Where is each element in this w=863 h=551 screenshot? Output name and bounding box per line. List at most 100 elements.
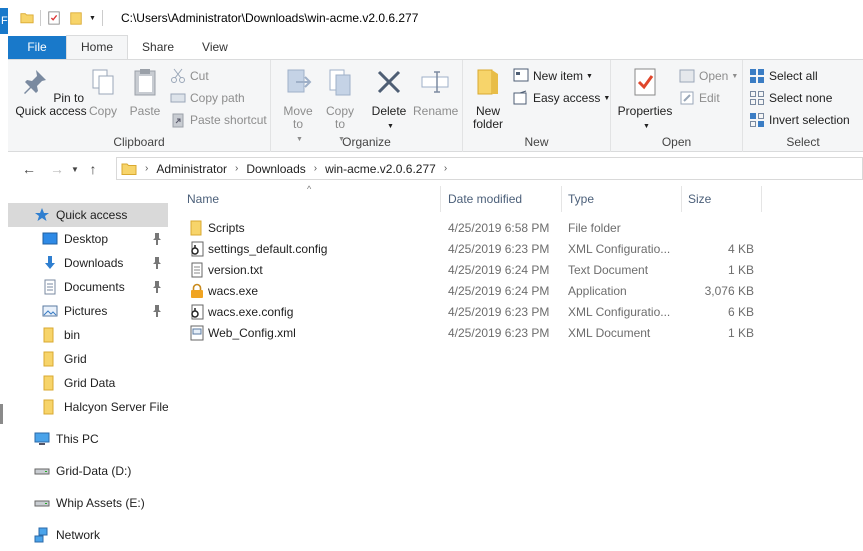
paste-button[interactable]: Paste [126, 64, 164, 118]
up-arrow-icon[interactable]: ↑ [82, 161, 104, 177]
breadcrumb-chevron-icon[interactable]: › [314, 163, 317, 174]
nav-drive-e[interactable]: Whip Assets (E:) [8, 491, 168, 515]
nav-quick-access[interactable]: Quick access [8, 203, 168, 227]
nav-label: Pictures [64, 304, 108, 318]
new-item-button[interactable]: New item ▼ [513, 66, 593, 86]
easy-access-button[interactable]: Easy access ▼ [513, 88, 610, 108]
nav-label: Grid [64, 352, 87, 366]
properties-button[interactable]: Properties ▼ [615, 64, 675, 133]
file-size: 4 KB [727, 242, 754, 256]
nav-desktop[interactable]: Desktop [8, 227, 168, 251]
breadcrumb-downloads[interactable]: Downloads [246, 162, 305, 176]
new-folder-button[interactable]: New folder [467, 64, 509, 131]
file-size: 6 KB [727, 305, 754, 319]
nav-pictures[interactable]: Pictures [8, 299, 168, 323]
cut-label: Cut [190, 69, 209, 83]
nav-documents[interactable]: Documents [8, 275, 168, 299]
file-type: Application [568, 284, 627, 298]
new-item-icon [513, 68, 529, 82]
file-type: XML Configuratio... [568, 242, 671, 256]
cut-button[interactable]: Cut [170, 66, 209, 86]
file-row-wacs-exe[interactable]: wacs.exe 4/25/2019 6:24 PM Application 3… [170, 281, 863, 302]
nav-label: Documents [64, 280, 125, 294]
properties-check-icon[interactable] [47, 11, 61, 25]
edit-button[interactable]: Edit [679, 88, 720, 108]
file-type: XML Document [568, 326, 651, 340]
clipboard-paste-icon [134, 69, 156, 96]
folder-icon [43, 327, 54, 343]
copy-to-button[interactable]: Copy to ▼ [321, 64, 359, 146]
easy-access-caret: ▼ [603, 94, 611, 102]
nav-this-pc[interactable]: This PC [8, 427, 168, 451]
invert-selection-button[interactable]: Invert selection [749, 110, 850, 130]
nav-folder-halcyon[interactable]: Halcyon Server Files [8, 395, 168, 419]
lock-icon [191, 283, 203, 298]
select-all-button[interactable]: Select all [749, 66, 818, 86]
new-folder-icon [477, 69, 498, 95]
tab-home[interactable]: Home [66, 35, 129, 59]
copy-to-label: Copy to [325, 104, 354, 131]
tab-file[interactable]: File [8, 36, 66, 59]
delete-button[interactable]: Delete ▼ [367, 64, 411, 133]
copy-button[interactable]: Copy [86, 64, 120, 118]
file-row-web-config-xml[interactable]: Web_Config.xml 4/25/2019 6:23 PM XML Doc… [170, 323, 863, 344]
pin-icon [153, 257, 161, 269]
column-header-date[interactable]: Date modified [441, 186, 561, 212]
file-row-version-txt[interactable]: version.txt 4/25/2019 6:24 PM Text Docum… [170, 260, 863, 281]
address-bar[interactable]: › Administrator › Downloads › win-acme.v… [116, 157, 863, 180]
column-header-size[interactable]: Size [681, 186, 761, 212]
select-all-icon [750, 69, 764, 83]
move-to-button[interactable]: Move to ▼ [279, 64, 317, 146]
properties-icon [634, 68, 656, 96]
nav-downloads[interactable]: Downloads [8, 251, 168, 275]
file-date: 4/25/2019 6:24 PM [448, 284, 550, 298]
nav-label: Downloads [64, 256, 124, 270]
file-name: Web_Config.xml [208, 326, 296, 340]
organize-group-label: Organize [342, 135, 391, 149]
file-row-scripts[interactable]: Scripts 4/25/2019 6:58 PM File folder [170, 218, 863, 239]
folder-icon [43, 375, 54, 391]
nav-label: Quick access [56, 208, 128, 222]
back-arrow-icon[interactable]: ← [18, 161, 40, 177]
breadcrumb-chevron-icon[interactable]: › [235, 163, 238, 174]
easy-access-icon [513, 90, 527, 105]
nav-label: Desktop [64, 232, 109, 246]
file-name: wacs.exe [208, 284, 259, 298]
nav-folder-grid-data[interactable]: Grid Data [8, 371, 168, 395]
rename-button[interactable]: Rename [413, 64, 458, 118]
customize-toolbar-caret[interactable]: ▼ [89, 15, 96, 22]
file-row-settings-default[interactable]: settings_default.config 4/25/2019 6:23 P… [170, 239, 863, 260]
separator [101, 10, 103, 26]
nav-folder-grid[interactable]: Grid [8, 347, 168, 371]
paste-shortcut-button[interactable]: Paste shortcut [170, 110, 267, 130]
pin-to-quick-access-button[interactable]: Pin to Quick access [12, 64, 90, 118]
nav-folder-bin[interactable]: bin [8, 323, 168, 347]
nav-drive-d[interactable]: Grid-Data (D:) [8, 459, 168, 483]
clipboard-group-label: Clipboard [113, 135, 165, 149]
title-bar: ▼ C:\Users\Administrator\Downloads\win-a… [8, 0, 863, 36]
new-folder-icon[interactable] [69, 11, 83, 25]
column-header-type[interactable]: Type [561, 186, 681, 212]
breadcrumb-chevron-icon[interactable]: › [444, 163, 447, 174]
column-divider[interactable] [761, 186, 762, 212]
copy-path-button[interactable]: Copy path [170, 88, 245, 108]
open-group-label: Open [661, 135, 692, 149]
file-row-wacs-exe-config[interactable]: wacs.exe.config 4/25/2019 6:23 PM XML Co… [170, 302, 863, 323]
properties-caret: ▼ [643, 123, 650, 130]
pin-icon [153, 305, 161, 317]
recent-locations-chevron-icon[interactable]: ▼ [68, 165, 82, 174]
breadcrumb-current-folder[interactable]: win-acme.v2.0.6.277 [325, 162, 436, 176]
open-button[interactable]: Open ▼ [679, 66, 738, 86]
tab-share[interactable]: Share [128, 36, 188, 59]
config-file-icon [191, 241, 204, 257]
column-header-name[interactable]: Name [180, 186, 440, 212]
breadcrumb-administrator[interactable]: Administrator [156, 162, 227, 176]
tab-view[interactable]: View [188, 36, 242, 59]
forward-arrow-icon[interactable]: → [46, 161, 68, 177]
select-none-button[interactable]: Select none [749, 88, 832, 108]
drive-icon [34, 468, 50, 475]
file-explorer-window: F ▼ C:\Users\Administrator\Downloads\win… [0, 0, 863, 551]
delete-caret: ▼ [387, 123, 394, 130]
breadcrumb-chevron-icon[interactable]: › [145, 163, 148, 174]
nav-network[interactable]: Network [8, 523, 168, 547]
